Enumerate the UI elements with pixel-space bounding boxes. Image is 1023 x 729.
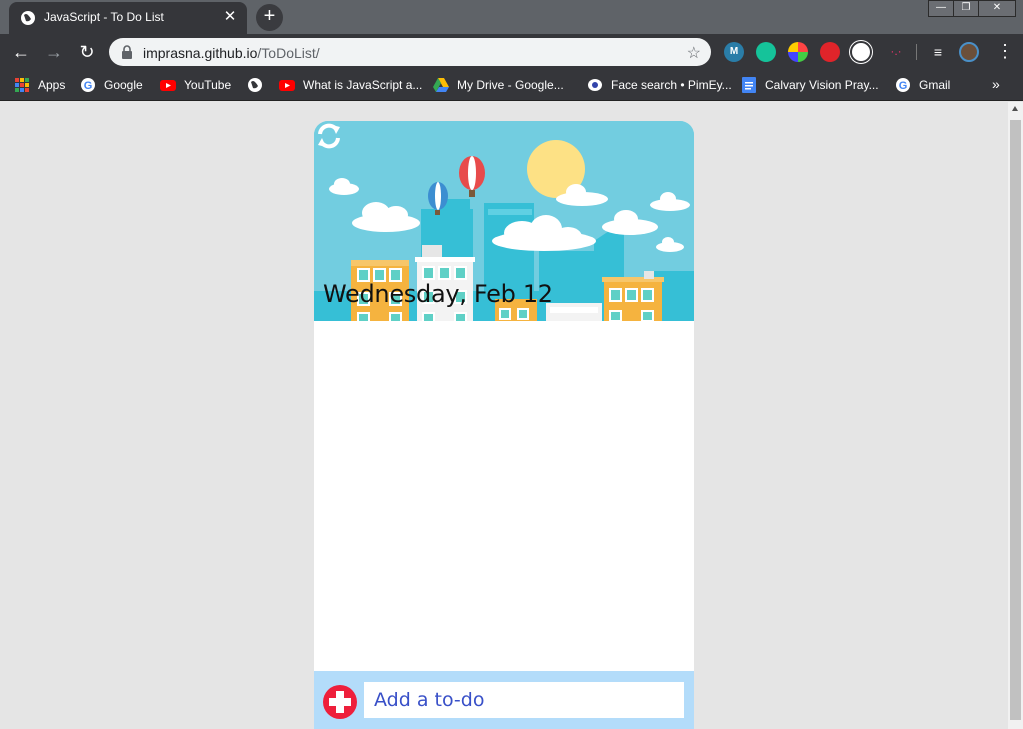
- todo-list: [314, 321, 694, 671]
- bookmarks-bar: Apps G Google YouTube What is JavaScript…: [0, 70, 1023, 101]
- bookmark-what-is-javascript[interactable]: What is JavaScript a...: [279, 76, 422, 94]
- globe-icon: [21, 11, 35, 25]
- reload-button[interactable]: ↻: [75, 40, 99, 64]
- svg-text:G: G: [899, 80, 908, 92]
- bookmark-label: What is JavaScript a...: [303, 78, 423, 92]
- browser-title-bar: JavaScript - To Do List ✕ + — ❐ ✕: [0, 0, 1023, 34]
- browser-tab[interactable]: JavaScript - To Do List ✕: [9, 2, 247, 34]
- bookmark-label: Apps: [38, 78, 66, 92]
- browser-toolbar: ← → ↻ imprasna.github.io/ToDoList/ ☆ M ·…: [0, 34, 1023, 70]
- grammarly-icon[interactable]: [756, 42, 776, 62]
- google-icon: G: [81, 78, 95, 92]
- drive-icon: [433, 78, 449, 92]
- bookmark-label: Face search • PimEy...: [611, 78, 732, 92]
- bookmark-label: Calvary Vision Pray...: [765, 78, 879, 92]
- eye-icon: [588, 79, 602, 91]
- adblock-hand-icon[interactable]: [820, 42, 840, 62]
- scroll-up-arrow-icon[interactable]: [1012, 106, 1018, 111]
- scroll-thumb[interactable]: [1010, 120, 1021, 720]
- bookmark-globe[interactable]: [247, 76, 271, 94]
- colorpick-icon[interactable]: [788, 42, 808, 62]
- bookmark-label: Gmail: [919, 78, 951, 92]
- svg-text:G: G: [84, 80, 93, 92]
- url-host: imprasna.github.io: [143, 45, 258, 61]
- forward-button[interactable]: →: [42, 40, 66, 64]
- address-bar[interactable]: imprasna.github.io/ToDoList/ ☆: [109, 38, 711, 66]
- youtube-icon: [160, 80, 176, 91]
- dots-icon[interactable]: ·.·: [886, 42, 906, 62]
- youtube-icon: [279, 80, 295, 91]
- lock-icon: [122, 45, 132, 59]
- add-todo-bar: [314, 671, 694, 729]
- minimize-button[interactable]: —: [928, 0, 954, 17]
- todo-card: Wednesday, Feb 12: [314, 121, 694, 729]
- maximize-button[interactable]: ❐: [953, 0, 979, 17]
- bookmark-calvary-vision[interactable]: Calvary Vision Pray...: [741, 76, 879, 94]
- new-tab-button[interactable]: +: [256, 4, 283, 31]
- bookmark-star-icon[interactable]: ☆: [687, 43, 701, 63]
- toolbar-divider: [916, 44, 917, 60]
- bookmark-label: Google: [104, 78, 143, 92]
- media-queue-icon[interactable]: ≡: [928, 42, 948, 62]
- mercury-icon[interactable]: M: [724, 42, 744, 62]
- bookmark-apps[interactable]: Apps: [14, 76, 65, 94]
- plus-circle-icon[interactable]: [323, 685, 357, 719]
- apps-grid-icon: [15, 78, 29, 92]
- page-scrollbar[interactable]: [1008, 102, 1023, 729]
- bookmark-google[interactable]: G Google: [80, 76, 143, 94]
- tab-title: JavaScript - To Do List: [44, 10, 164, 24]
- current-date: Wednesday, Feb 12: [323, 280, 553, 308]
- docs-icon: [742, 77, 756, 93]
- browser-menu-icon[interactable]: ⋮: [996, 41, 1014, 61]
- close-window-button[interactable]: ✕: [978, 0, 1016, 17]
- bookmark-label: YouTube: [184, 78, 232, 92]
- devtools-icon[interactable]: [850, 41, 872, 63]
- bookmark-youtube[interactable]: YouTube: [160, 76, 231, 94]
- header-illustration: Wednesday, Feb 12: [314, 121, 694, 321]
- add-todo-input[interactable]: [364, 682, 684, 718]
- url-text: imprasna.github.io/ToDoList/: [143, 45, 320, 61]
- refresh-icon[interactable]: [314, 121, 344, 151]
- bookmarks-more-icon[interactable]: »: [992, 76, 1000, 92]
- bookmark-face-search[interactable]: Face search • PimEy...: [587, 76, 732, 94]
- bookmark-my-drive[interactable]: My Drive - Google...: [433, 76, 564, 94]
- back-button[interactable]: ←: [9, 40, 33, 64]
- bookmark-label: My Drive - Google...: [457, 78, 564, 92]
- globe-icon: [248, 78, 262, 92]
- profile-avatar[interactable]: [959, 42, 979, 62]
- url-path: /ToDoList/: [257, 45, 320, 61]
- google-icon: G: [896, 78, 910, 92]
- tab-close-icon[interactable]: ✕: [221, 8, 239, 26]
- bookmark-gmail[interactable]: G Gmail: [895, 76, 950, 94]
